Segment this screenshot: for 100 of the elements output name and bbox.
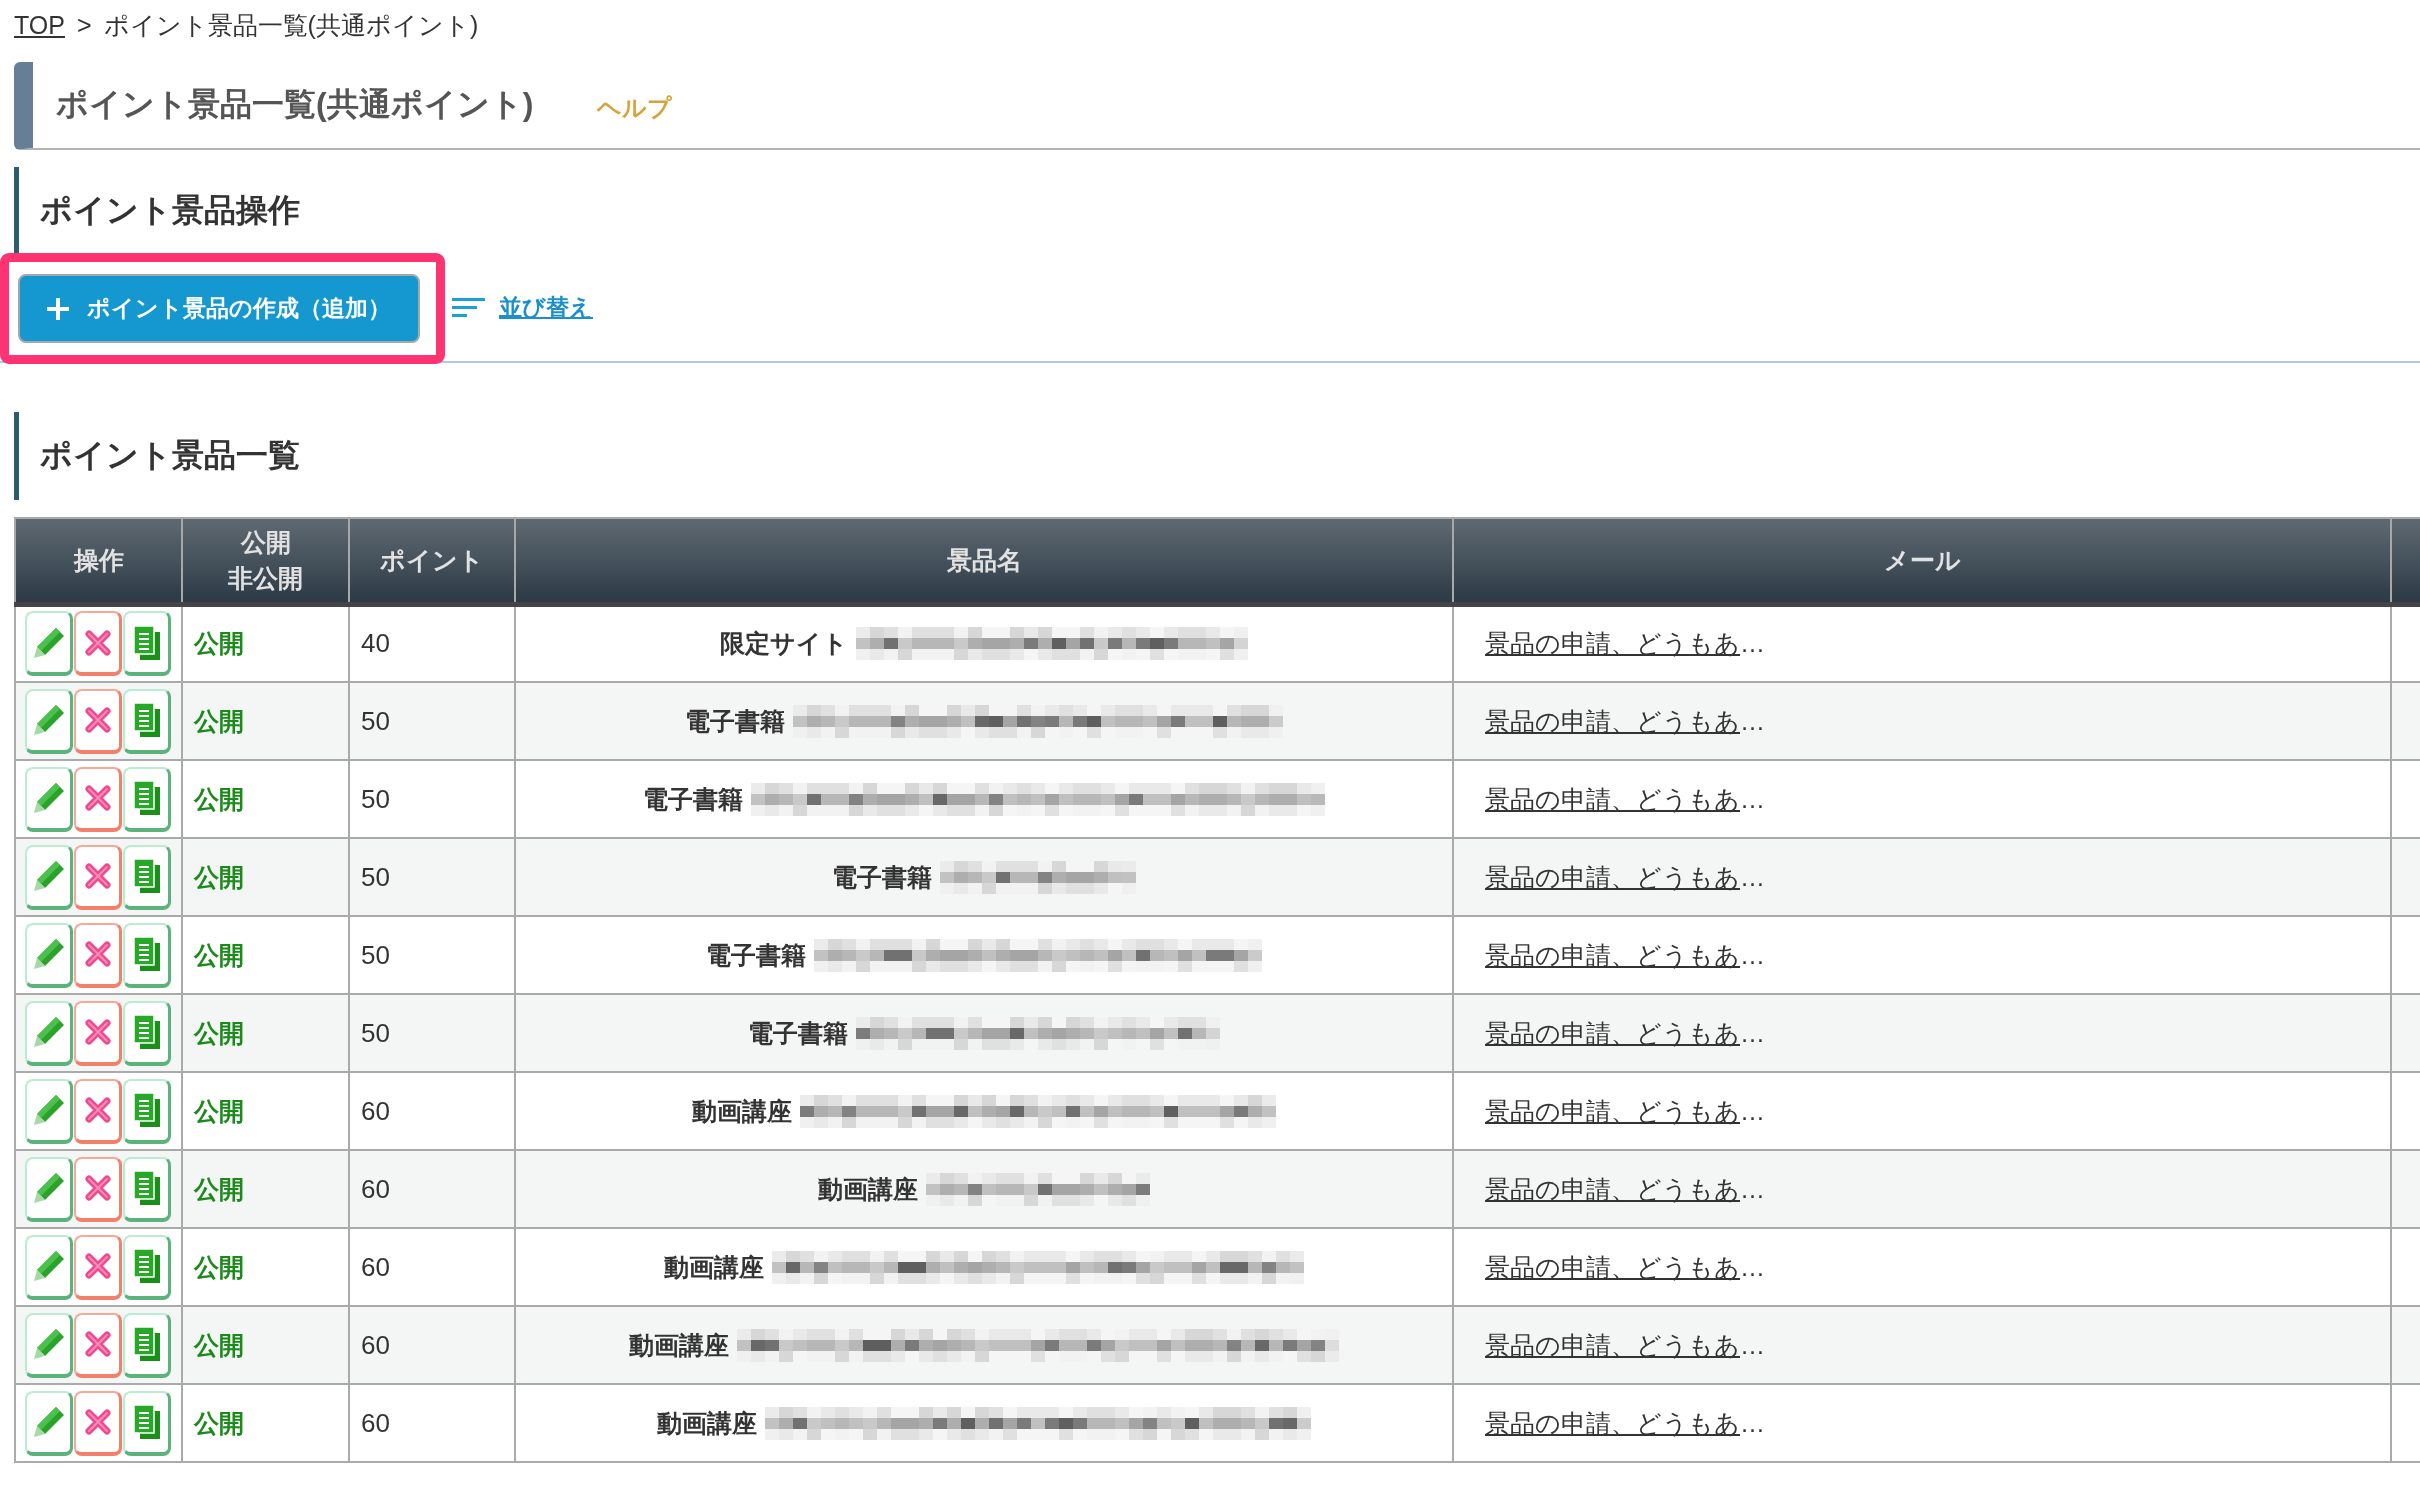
documents-icon (133, 859, 160, 893)
delete-button[interactable] (74, 688, 122, 754)
points-text: 50 (361, 861, 390, 892)
documents-icon (133, 1093, 160, 1127)
pencil-icon (33, 783, 64, 813)
pencil-icon (33, 939, 64, 969)
duplicate-button[interactable] (123, 844, 171, 910)
status-text: 公開 (194, 1408, 244, 1437)
documents-icon (133, 781, 160, 815)
mail-link[interactable]: 景品の申請、どうもあ (1485, 940, 1740, 969)
mail-link[interactable]: 景品の申請、どうもあ (1485, 862, 1740, 891)
edit-button[interactable] (25, 1078, 73, 1144)
section-heading: ポイント景品一覧 (14, 412, 2420, 500)
ellipsis-text: … (1740, 940, 1765, 969)
ellipsis-text: … (1740, 706, 1765, 735)
cross-icon (84, 1097, 111, 1123)
documents-icon (133, 937, 160, 971)
prize-name: 動画講座 (818, 1173, 918, 1205)
status-text: 公開 (194, 1096, 244, 1125)
mail-link[interactable]: 景品の申請、どうもあ (1485, 784, 1740, 813)
delete-button[interactable] (74, 766, 122, 832)
edit-button[interactable] (25, 1156, 73, 1222)
cross-icon (84, 707, 111, 733)
status-text: 公開 (194, 940, 244, 969)
delete-button[interactable] (74, 611, 122, 677)
status-text: 公開 (194, 706, 244, 735)
duplicate-button[interactable] (123, 766, 171, 832)
delete-button[interactable] (74, 844, 122, 910)
delete-button[interactable] (74, 1234, 122, 1300)
prize-name: 動画講座 (629, 1329, 729, 1361)
ellipsis-text: … (1740, 1252, 1765, 1281)
pencil-icon (33, 1329, 64, 1359)
mail-link[interactable]: 景品の申請、どうもあ (1485, 706, 1740, 735)
edit-button[interactable] (25, 1390, 73, 1456)
breadcrumb-current: ポイント景品一覧(共通ポイント) (103, 9, 479, 41)
prize-name: 動画講座 (664, 1251, 764, 1283)
documents-icon (133, 1015, 160, 1049)
pencil-icon (33, 1017, 64, 1047)
edit-button[interactable] (25, 688, 73, 754)
mail-link[interactable]: 景品の申請、どうもあ (1485, 1330, 1740, 1359)
sort-lines-icon (452, 297, 485, 317)
status-text: 公開 (194, 1174, 244, 1203)
ellipsis-text: … (1740, 1330, 1765, 1359)
duplicate-button[interactable] (123, 1312, 171, 1378)
duplicate-button[interactable] (123, 1000, 171, 1066)
pencil-icon (33, 1095, 64, 1125)
plus-icon (47, 297, 69, 320)
column-header: ポイント (349, 518, 515, 604)
mail-link[interactable]: 景品の申請、どうもあ (1485, 629, 1740, 658)
duplicate-button[interactable] (123, 1234, 171, 1300)
column-header: 操作 (15, 518, 182, 604)
delete-button[interactable] (74, 1078, 122, 1144)
mail-link[interactable]: 景品の申請、どうもあ (1485, 1252, 1740, 1281)
cross-icon (84, 863, 111, 889)
documents-icon (133, 625, 160, 660)
edit-button[interactable] (25, 1234, 73, 1300)
status-text: 公開 (194, 1330, 244, 1359)
prize-name: 動画講座 (692, 1095, 792, 1127)
mail-link[interactable]: 景品の申請、どうもあ (1485, 1408, 1740, 1437)
edit-button[interactable] (25, 844, 73, 910)
prize-name: 電子書籍 (685, 705, 785, 737)
delete-button[interactable] (74, 1390, 122, 1456)
ellipsis-text: … (1740, 1408, 1765, 1437)
mail-link[interactable]: 景品の申請、どうもあ (1485, 1174, 1740, 1203)
delete-button[interactable] (74, 922, 122, 988)
duplicate-button[interactable] (123, 611, 171, 677)
ellipsis-text: … (1740, 1096, 1765, 1125)
pencil-icon (33, 705, 64, 735)
cross-icon (84, 1019, 111, 1045)
prize-name: 限定サイト (720, 628, 848, 660)
column-header: 公開 非公開 (182, 518, 349, 604)
duplicate-button[interactable] (123, 688, 171, 754)
edit-button[interactable] (25, 922, 73, 988)
duplicate-button[interactable] (123, 922, 171, 988)
delete-button[interactable] (74, 1156, 122, 1222)
points-text: 50 (361, 1017, 390, 1048)
documents-icon (133, 1327, 160, 1361)
pencil-icon (33, 627, 64, 658)
delete-button[interactable] (74, 1000, 122, 1066)
column-header: 景品名 (515, 518, 1453, 604)
pencil-icon (33, 1173, 64, 1203)
mail-link[interactable]: 景品の申請、どうもあ (1485, 1096, 1740, 1125)
documents-icon (133, 703, 160, 737)
duplicate-button[interactable] (123, 1390, 171, 1456)
mail-link[interactable]: 景品の申請、どうもあ (1485, 1018, 1740, 1047)
edit-button[interactable] (25, 1312, 73, 1378)
prize-name: 電子書籍 (643, 783, 743, 815)
breadcrumb-link[interactable]: TOP (14, 10, 65, 40)
points-text: 60 (361, 1329, 390, 1360)
ellipsis-text: … (1740, 1174, 1765, 1203)
duplicate-button[interactable] (123, 1078, 171, 1144)
delete-button[interactable] (74, 1312, 122, 1378)
sort-link[interactable]: 並び替え (499, 291, 593, 323)
status-text: 公開 (194, 1018, 244, 1047)
points-text: 60 (361, 1251, 390, 1282)
edit-button[interactable] (25, 611, 73, 677)
edit-button[interactable] (25, 1000, 73, 1066)
cross-icon (84, 941, 111, 967)
duplicate-button[interactable] (123, 1156, 171, 1222)
edit-button[interactable] (25, 766, 73, 832)
